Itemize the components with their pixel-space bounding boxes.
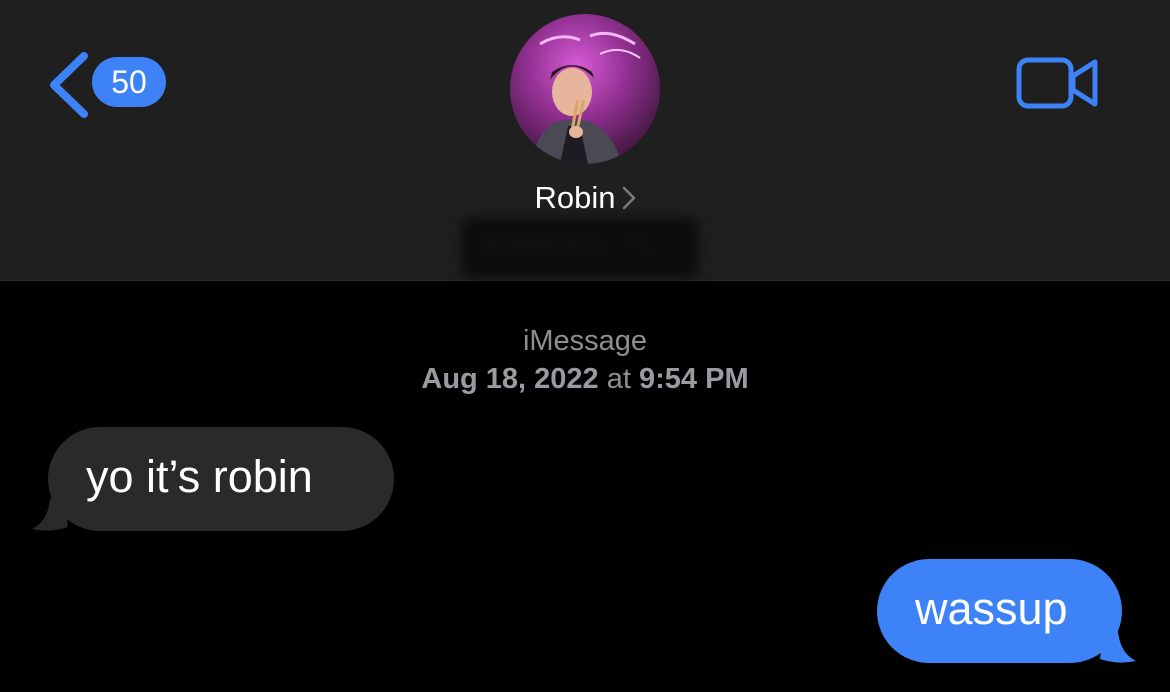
- chevron-right-icon: [622, 182, 636, 218]
- chevron-left-icon: [50, 52, 88, 118]
- incoming-message-bubble[interactable]: yo it’s robin: [48, 427, 394, 531]
- contact-name: Robin: [534, 180, 616, 215]
- avatar-photo: [510, 14, 660, 164]
- back-button[interactable]: 50: [46, 52, 176, 118]
- outgoing-message-bubble[interactable]: wassup: [877, 559, 1122, 663]
- contact-name-button[interactable]: Robin: [0, 180, 1170, 218]
- conversation-meta: iMessage Aug 18, 2022 at 9:54 PM: [0, 322, 1170, 398]
- service-label: iMessage: [522, 325, 648, 357]
- conversation-header: 50 Robin Bradenton, FL: [0, 0, 1170, 281]
- message-timestamp: Aug 18, 2022 at 9:54 PM: [0, 360, 1170, 398]
- timestamp-time: 9:54 PM: [639, 363, 749, 395]
- unread-count-badge: 50: [92, 57, 166, 107]
- timestamp-date: Aug 18, 2022: [421, 363, 599, 395]
- contact-location-redacted: Bradenton, FL: [462, 218, 698, 278]
- message-text: yo it’s robin: [86, 451, 313, 502]
- message-text: wassup: [915, 583, 1068, 634]
- video-camera-icon: [1016, 57, 1098, 109]
- timestamp-at: at: [606, 363, 631, 395]
- contact-location: Bradenton, FL: [480, 228, 658, 259]
- facetime-video-button[interactable]: [1016, 56, 1100, 112]
- contact-avatar[interactable]: [510, 14, 660, 164]
